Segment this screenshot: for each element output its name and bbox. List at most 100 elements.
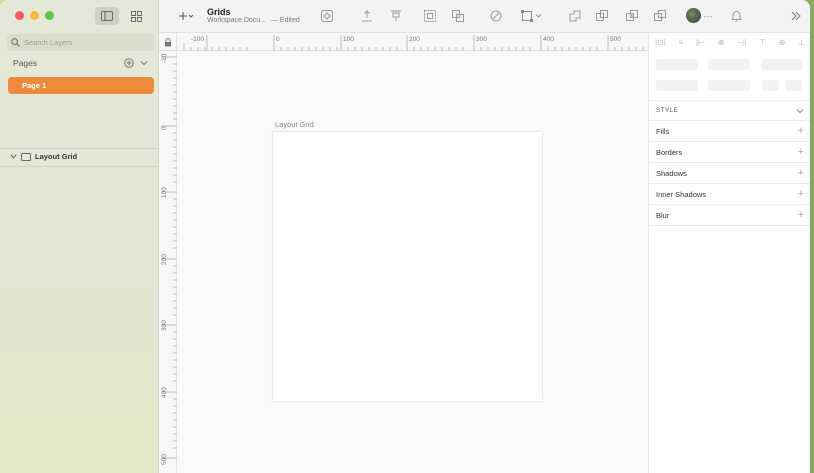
components-button[interactable] bbox=[124, 7, 148, 25]
close-window-button[interactable] bbox=[15, 11, 24, 20]
blur-label: Blur bbox=[656, 210, 670, 220]
add-fill-icon[interactable]: + bbox=[798, 125, 804, 137]
height-field[interactable] bbox=[708, 80, 750, 91]
layer-label: Layout Grid bbox=[35, 152, 78, 161]
page-item-label: Page 1 bbox=[22, 81, 47, 90]
y-field[interactable] bbox=[708, 59, 750, 70]
pages-header: Pages bbox=[13, 58, 148, 68]
add-border-icon[interactable]: + bbox=[798, 146, 804, 158]
chevron-down-icon[interactable] bbox=[10, 154, 17, 159]
grid-icon bbox=[130, 10, 142, 22]
scale-icon bbox=[424, 10, 436, 22]
x-field[interactable] bbox=[656, 59, 698, 70]
align-top-icon[interactable]: ⊤ bbox=[759, 38, 766, 47]
ruler-label: 100 bbox=[161, 187, 168, 198]
inner-shadows-section[interactable]: Inner Shadows + bbox=[649, 184, 810, 205]
document-status: — Edited bbox=[270, 17, 300, 24]
ruler-label: 200 bbox=[409, 36, 420, 43]
avatar[interactable] bbox=[686, 8, 701, 23]
artboard[interactable] bbox=[273, 132, 542, 401]
canvas[interactable]: -100 0 100 200 300 400 500 -10 0 100 200… bbox=[159, 33, 648, 473]
edit-path-button[interactable] bbox=[487, 8, 505, 24]
desktop-background bbox=[810, 0, 814, 473]
window-controls bbox=[15, 11, 54, 20]
constrain-proportions-button[interactable] bbox=[762, 80, 779, 91]
document-location: Workspace Docu... bbox=[207, 17, 267, 24]
subtract-button[interactable] bbox=[593, 8, 611, 24]
distribute-horizontal-icon[interactable]: |⊡| bbox=[655, 38, 666, 47]
mask-icon bbox=[452, 10, 464, 22]
intersect-icon bbox=[626, 10, 638, 21]
intersect-button[interactable] bbox=[623, 8, 641, 24]
expand-toolbar-button[interactable] bbox=[787, 8, 805, 24]
align-bottom-icon[interactable]: ⊥ bbox=[798, 38, 805, 47]
subtract-icon bbox=[596, 10, 608, 21]
fills-label: Fills bbox=[656, 126, 670, 136]
export-button[interactable] bbox=[358, 8, 376, 24]
page-item-page-1[interactable]: Page 1 bbox=[8, 77, 154, 94]
difference-button[interactable] bbox=[651, 8, 669, 24]
chevron-down-icon[interactable] bbox=[796, 108, 804, 114]
style-section-header[interactable]: STYLE bbox=[649, 100, 810, 121]
align-right-icon[interactable]: ⊣| bbox=[737, 38, 746, 47]
union-button[interactable] bbox=[566, 8, 584, 24]
plus-icon bbox=[179, 12, 194, 20]
ruler-label: 200 bbox=[161, 254, 168, 265]
mask-button[interactable] bbox=[449, 8, 467, 24]
artboard-title[interactable]: Layout Grid bbox=[275, 120, 314, 129]
app-window: Search Layers Pages Page 1 Layout Grid G… bbox=[0, 0, 810, 473]
sidebar-icon bbox=[101, 11, 113, 21]
ruler-label: 300 bbox=[476, 36, 487, 43]
distribute-vertical-icon[interactable]: ≡ bbox=[679, 38, 684, 47]
alignment-toolbar: |⊡| ≡ |⊢ ⊕ ⊣| ⊤ ⊕ ⊥ bbox=[655, 38, 805, 47]
distribute-button[interactable] bbox=[387, 8, 405, 24]
transform-button[interactable] bbox=[519, 8, 545, 24]
ruler-corner[interactable] bbox=[159, 33, 177, 51]
ruler-label: 0 bbox=[276, 36, 280, 43]
ruler-label: 500 bbox=[161, 454, 168, 465]
add-inner-shadow-icon[interactable]: + bbox=[798, 188, 804, 200]
difference-icon bbox=[654, 10, 666, 21]
add-shadow-icon[interactable]: + bbox=[798, 167, 804, 179]
borders-label: Borders bbox=[656, 147, 683, 157]
add-blur-icon[interactable]: + bbox=[798, 209, 804, 221]
search-layers-field[interactable]: Search Layers bbox=[7, 34, 154, 51]
align-center-horizontal-icon[interactable]: ⊕ bbox=[718, 38, 725, 47]
ruler-ticks bbox=[161, 56, 177, 459]
sidebar-toggle-button[interactable] bbox=[95, 7, 119, 25]
chevron-down-icon[interactable] bbox=[140, 60, 148, 66]
insert-button[interactable] bbox=[173, 8, 199, 24]
ruler-label: 0 bbox=[161, 126, 168, 130]
ruler-label: 400 bbox=[543, 36, 554, 43]
ruler-label: 100 bbox=[343, 36, 354, 43]
transform-icon bbox=[521, 10, 542, 22]
align-left-icon[interactable]: |⊢ bbox=[696, 38, 705, 47]
fills-section[interactable]: Fills + bbox=[649, 121, 810, 142]
search-icon bbox=[11, 38, 20, 47]
vertical-ruler[interactable]: -10 0 100 200 300 400 500 bbox=[159, 33, 177, 473]
artboard-icon bbox=[21, 152, 31, 161]
sidebar: Search Layers Pages Page 1 Layout Grid bbox=[0, 0, 159, 473]
minimize-window-button[interactable] bbox=[30, 11, 39, 20]
symbol-button[interactable] bbox=[318, 8, 336, 24]
divider bbox=[0, 166, 158, 167]
align-middle-icon[interactable]: ⊕ bbox=[779, 38, 786, 47]
layer-item-layout-grid[interactable]: Layout Grid bbox=[10, 152, 77, 161]
add-page-icon[interactable] bbox=[124, 58, 134, 68]
rotation-field[interactable] bbox=[761, 59, 803, 70]
width-field[interactable] bbox=[656, 80, 698, 91]
notifications-button[interactable] bbox=[727, 8, 745, 24]
more-icon[interactable]: ⋯ bbox=[701, 8, 715, 24]
blur-section[interactable]: Blur + bbox=[649, 205, 810, 226]
flip-button[interactable] bbox=[785, 80, 802, 91]
shadows-label: Shadows bbox=[656, 168, 687, 178]
ruler-label: 500 bbox=[610, 36, 621, 43]
bell-icon bbox=[730, 11, 742, 22]
union-icon bbox=[569, 10, 581, 22]
ruler-label: -10 bbox=[161, 53, 168, 63]
horizontal-ruler[interactable]: -100 0 100 200 300 400 500 bbox=[177, 33, 648, 51]
scale-button[interactable] bbox=[421, 8, 439, 24]
zoom-window-button[interactable] bbox=[45, 11, 54, 20]
borders-section[interactable]: Borders + bbox=[649, 142, 810, 163]
shadows-section[interactable]: Shadows + bbox=[649, 163, 810, 184]
